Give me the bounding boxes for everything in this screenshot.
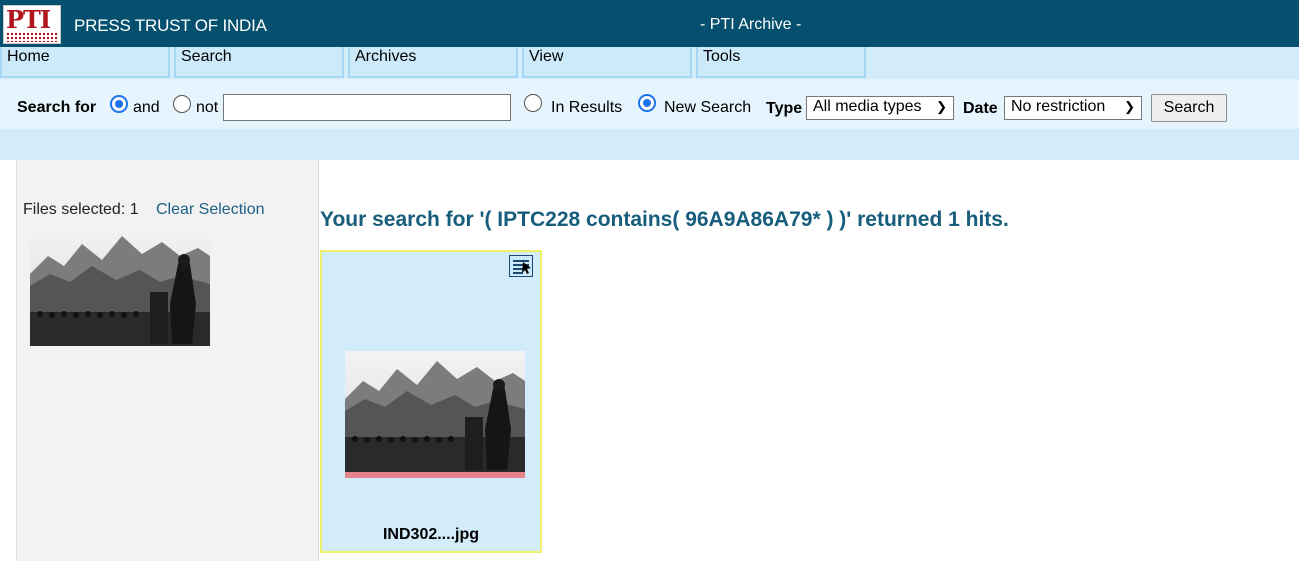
search-button[interactable]: Search bbox=[1151, 94, 1227, 122]
clear-selection-link[interactable]: Clear Selection bbox=[156, 201, 265, 219]
brand-name: PRESS TRUST OF INDIA bbox=[74, 16, 267, 35]
not-label: not bbox=[196, 99, 219, 116]
and-label: and bbox=[133, 99, 160, 116]
type-select-value: All media types bbox=[813, 98, 922, 115]
menu-search[interactable]: Search bbox=[174, 47, 344, 78]
type-select[interactable]: All media types ❯ bbox=[806, 96, 954, 120]
new-search-radio[interactable] bbox=[638, 94, 656, 112]
results-heading: Your search for '( IPTC228 contains( 96A… bbox=[320, 208, 1009, 231]
result-card[interactable]: IND302....jpg bbox=[320, 250, 542, 553]
selected-thumbnail[interactable] bbox=[30, 226, 210, 346]
top-header: PTI PRESS TRUST OF INDIA - PTI Archive - bbox=[0, 0, 1299, 47]
new-search-label: New Search bbox=[664, 99, 752, 116]
menu-archives[interactable]: Archives bbox=[348, 47, 518, 78]
date-label: Date bbox=[963, 100, 998, 117]
app-title: - PTI Archive - bbox=[700, 16, 802, 33]
chevron-down-icon: ❯ bbox=[1124, 99, 1135, 114]
not-radio[interactable] bbox=[173, 95, 191, 113]
menu-tools[interactable]: Tools bbox=[696, 47, 866, 78]
selection-bar bbox=[345, 472, 525, 478]
date-select[interactable]: No restriction ❯ bbox=[1004, 96, 1142, 120]
search-bar: Search for and not In Results New Search… bbox=[0, 79, 1299, 129]
and-radio[interactable] bbox=[110, 95, 128, 113]
menu-view[interactable]: View bbox=[522, 47, 692, 78]
logo-pattern bbox=[6, 32, 58, 42]
files-selected-count: Files selected: 1 bbox=[23, 201, 139, 218]
result-thumbnail[interactable] bbox=[345, 351, 525, 472]
pti-logo: PTI bbox=[3, 5, 61, 44]
search-for-label: Search for bbox=[17, 99, 97, 116]
type-label: Type bbox=[766, 100, 803, 117]
logo-text: PTI bbox=[6, 5, 51, 34]
search-input[interactable] bbox=[223, 94, 511, 121]
date-select-value: No restriction bbox=[1011, 98, 1106, 115]
menu-home[interactable]: Home bbox=[0, 47, 170, 78]
in-results-radio[interactable] bbox=[524, 94, 542, 112]
details-icon[interactable] bbox=[509, 255, 533, 277]
in-results-label: In Results bbox=[551, 99, 623, 116]
selection-sidebar: Files selected: 1 Clear Selection bbox=[16, 160, 319, 561]
menu-bar: Home Search Archives View Tools bbox=[0, 47, 1299, 79]
toolbar-stripe bbox=[0, 129, 1299, 160]
chevron-down-icon: ❯ bbox=[936, 99, 947, 114]
result-filename: IND302....jpg bbox=[382, 526, 480, 543]
